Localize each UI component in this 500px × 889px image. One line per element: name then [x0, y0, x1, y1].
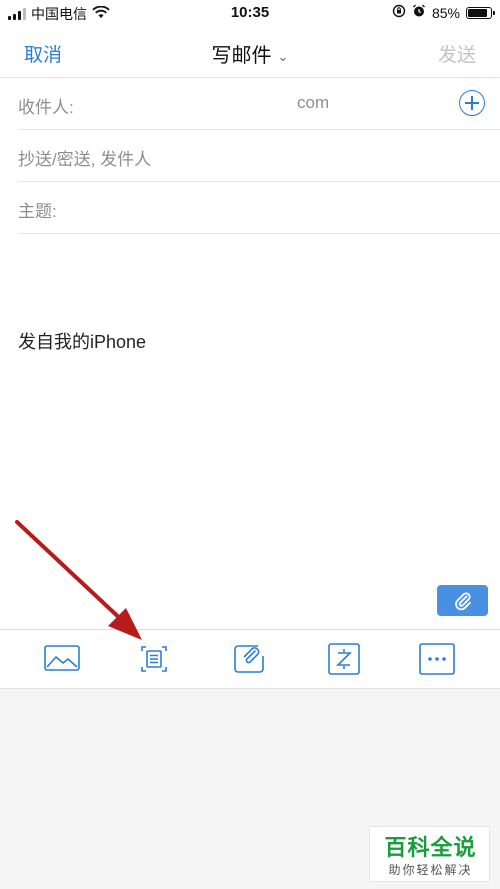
to-label: 收件人:	[18, 98, 74, 117]
attach-file-button[interactable]	[232, 643, 268, 675]
attachment-icon	[234, 645, 264, 673]
chevron-down-icon: ⌄	[277, 48, 289, 64]
status-right: 85%	[392, 4, 495, 21]
status-bar: 中国电信 10:35 85%	[0, 0, 500, 26]
watermark-title: 百科全说	[384, 835, 477, 860]
compose-toolbar	[0, 629, 500, 689]
watermark-subtitle: 助你轻松解决	[388, 863, 473, 877]
cc-bcc-field[interactable]: 抄送/密送, 发件人	[18, 130, 500, 182]
compose-form: 收件人: 抄送/密送, 发件人 com 主题: 发自我的iPhone	[0, 78, 500, 629]
scan-document-icon	[141, 646, 167, 672]
battery-icon	[466, 6, 495, 19]
more-icon	[419, 643, 455, 675]
subject-field[interactable]: 主题:	[18, 182, 500, 234]
compress-icon	[328, 643, 360, 675]
to-field[interactable]: 收件人:	[18, 78, 500, 130]
paperclip-icon	[454, 592, 471, 610]
sender-address: com	[297, 93, 330, 112]
attachment-button[interactable]	[437, 585, 488, 616]
compress-button[interactable]	[326, 643, 362, 675]
page-title[interactable]: 写邮件 ⌄	[0, 39, 500, 68]
subject-label: 主题:	[18, 202, 57, 221]
insert-image-button[interactable]	[44, 643, 80, 675]
scan-document-button[interactable]	[136, 643, 172, 675]
cc-bcc-label: 抄送/密送, 发件人	[18, 150, 152, 169]
page-title-label: 写邮件	[211, 45, 272, 67]
orientation-lock-icon	[392, 4, 406, 21]
mail-body-signature[interactable]: 发自我的iPhone	[18, 328, 146, 354]
more-options-button[interactable]	[419, 643, 455, 675]
battery-percent: 85%	[431, 4, 460, 21]
image-icon	[44, 645, 80, 671]
compose-nav-bar: 取消 写邮件 ⌄ 发送	[0, 26, 500, 78]
send-button[interactable]: 发送	[438, 40, 476, 67]
add-recipient-button[interactable]	[459, 90, 485, 116]
watermark-logo: 百科全说 助你轻松解决	[369, 826, 490, 882]
alarm-icon	[412, 4, 426, 21]
